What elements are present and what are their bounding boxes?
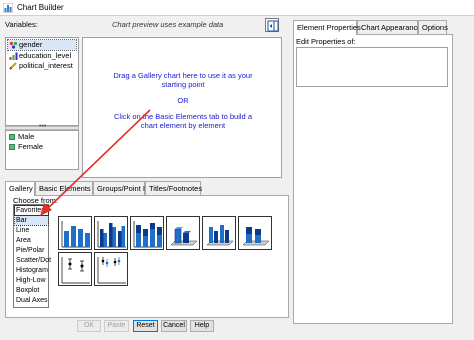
variable-item-gender[interactable]: gender (7, 39, 77, 51)
canvas-hint-or: OR (177, 96, 189, 105)
clustered-bar-icon (97, 221, 126, 248)
scale-icon (9, 62, 17, 70)
edit-properties-label: Edit Properties of: (296, 37, 356, 46)
panel-toggle-icon (267, 20, 279, 32)
cancel-button[interactable]: Cancel (161, 320, 187, 332)
simple-error-bar-thumbnail[interactable] (58, 252, 92, 286)
chart-type-dual-axes[interactable]: Dual Axes (15, 296, 48, 305)
stacked-bar-thumbnail[interactable] (130, 216, 164, 250)
chart-type-bar[interactable]: Bar (14, 214, 49, 227)
variable-label: political_interest (19, 61, 73, 70)
ordinal-icon (9, 52, 18, 60)
clustered-error-bar-icon (97, 257, 126, 284)
chart-type-boxplot[interactable]: Boxplot (15, 286, 48, 295)
chart-type-histogram[interactable]: Histogram (15, 266, 48, 275)
variable-label: education_level (19, 51, 72, 60)
3d-bar-thumbnail[interactable] (166, 216, 200, 250)
reset-button[interactable]: Reset (133, 320, 158, 332)
chart-type-list[interactable]: Favorites Bar Line Area Pie/Polar Scatte… (13, 204, 51, 308)
canvas-hint-line: Click on the Basic Elements tab to build… (114, 112, 252, 121)
clustered-error-bar-thumbnail[interactable] (94, 252, 128, 286)
tab-groups-point-id[interactable]: Groups/Point ID (93, 181, 150, 195)
3d-stacked-bar-thumbnail[interactable] (238, 216, 272, 250)
tab-basic-elements[interactable]: Basic Elements (35, 181, 93, 195)
title-bar: Chart Builder (0, 0, 474, 16)
canvas-hint-line: chart element by element (140, 121, 226, 130)
tab-element-properties[interactable]: Element Properties (293, 20, 361, 35)
element-properties-panel: Edit Properties of: (293, 34, 453, 324)
3d-clustered-bar-icon (206, 225, 234, 246)
category-item: Female (8, 142, 43, 152)
variables-label: Variables: (5, 20, 38, 29)
chart-type-scatter-dot[interactable]: Scatter/Dot (15, 256, 51, 265)
chart-builder-app-icon (3, 3, 13, 13)
clustered-bar-thumbnail[interactable] (94, 216, 128, 250)
tab-titles-footnotes[interactable]: Titles/Footnotes (145, 181, 202, 195)
variable-label: gender (19, 40, 43, 49)
category-item: Male (8, 132, 34, 142)
properties-toggle-button[interactable] (265, 18, 279, 32)
3d-bar-icon (170, 227, 198, 246)
variables-list[interactable]: gender education_level political_interes… (5, 37, 79, 126)
variable-item-education-level[interactable]: education_level (8, 51, 71, 61)
categories-list: Male Female (5, 130, 79, 170)
category-swatch-icon (9, 144, 15, 150)
canvas-hint-line: starting point (161, 80, 205, 89)
canvas-hint-line: Drag a Gallery chart here to use it as y… (113, 71, 253, 80)
chart-type-favorites[interactable]: Favorites (14, 204, 49, 217)
edit-properties-list[interactable] (296, 47, 448, 87)
gallery-panel: Choose from: Favorites Bar Line Area Pie… (5, 195, 289, 318)
chart-canvas[interactable]: Drag a Gallery chart here to use it as y… (82, 37, 282, 178)
category-swatch-icon (9, 134, 15, 140)
chart-type-line[interactable]: Line (15, 226, 48, 235)
preview-note: Chart preview uses example data (112, 20, 224, 29)
ok-button[interactable]: OK (77, 320, 101, 332)
tab-chart-appearance[interactable]: Chart Appearance (357, 20, 421, 34)
variable-item-political-interest[interactable]: political_interest (8, 61, 73, 71)
3d-clustered-bar-thumbnail[interactable] (202, 216, 236, 250)
chart-type-pie-polar[interactable]: Pie/Polar (15, 246, 48, 255)
tab-gallery[interactable]: Gallery (5, 181, 35, 196)
error-bar-icon (61, 257, 90, 284)
help-button[interactable]: Help (190, 320, 214, 332)
simple-bar-icon (61, 221, 90, 248)
chart-type-area[interactable]: Area (15, 236, 48, 245)
chart-type-high-low[interactable]: High-Low (15, 276, 48, 285)
nominal-icon (9, 41, 18, 49)
simple-bar-thumbnail[interactable] (58, 216, 92, 250)
splitter-grip-icon: ••• (39, 123, 47, 130)
tab-options[interactable]: Options (418, 20, 448, 34)
window-title: Chart Builder (17, 3, 64, 12)
paste-button[interactable]: Paste (104, 320, 129, 332)
3d-stacked-bar-icon (242, 227, 270, 246)
stacked-bar-icon (133, 221, 162, 248)
